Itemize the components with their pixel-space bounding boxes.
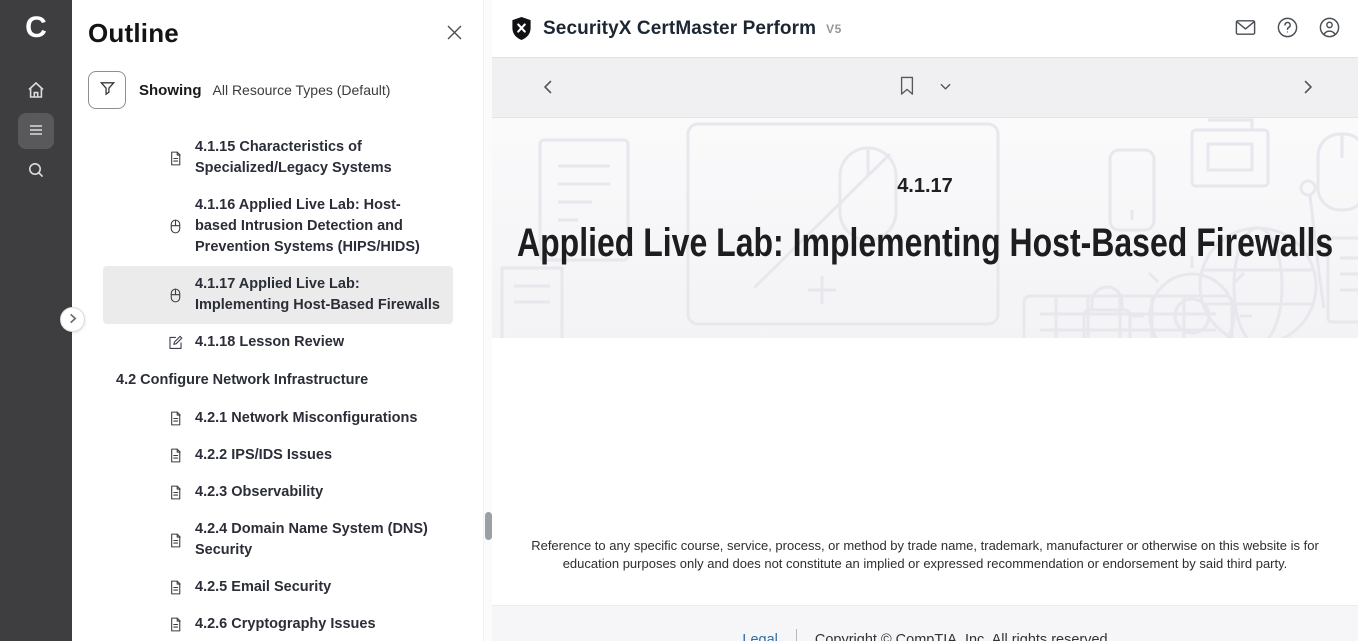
outline-menu-button[interactable] — [18, 113, 54, 149]
funnel-icon — [98, 79, 117, 101]
outline-item[interactable]: 4.1.15 Characteristics of Specialized/Le… — [103, 129, 453, 187]
outline-panel: Outline Showing All Resource Types (Defa… — [72, 0, 483, 641]
filter-button[interactable] — [88, 71, 126, 109]
document-icon — [167, 410, 184, 427]
mouse-icon — [167, 218, 184, 235]
outline-item[interactable]: 4.2.3 Observability — [103, 474, 453, 511]
showing-label: Showing — [139, 82, 202, 99]
main-footer: Legal Copyright © CompTIA, Inc. All righ… — [492, 605, 1358, 641]
outline-item-selected[interactable]: 4.1.17 Applied Live Lab: Implementing Ho… — [103, 266, 453, 324]
outline-scrollbar[interactable] — [483, 0, 492, 641]
document-icon — [167, 484, 184, 501]
main-area: SecurityX CertMaster Perform v5 — [492, 0, 1358, 641]
search-icon — [26, 160, 46, 183]
outline-item-label: 4.1.15 Characteristics of Specialized/Le… — [195, 137, 441, 179]
comptia-logo[interactable]: C — [0, 0, 72, 56]
app-title: SecurityX CertMaster Perform — [543, 18, 816, 40]
help-icon — [1276, 16, 1299, 42]
outline-item-label: 4.2.4 Domain Name System (DNS) Security — [195, 519, 441, 561]
outline-item[interactable]: 4.1.18 Lesson Review — [103, 324, 453, 361]
close-outline-button[interactable] — [446, 24, 463, 44]
lesson-title: Applied Live Lab: Implementing Host-Base… — [517, 221, 1333, 266]
copyright-text: Copyright © CompTIA, Inc. All rights res… — [815, 632, 1108, 641]
outline-item[interactable]: 4.2.2 IPS/IDS Issues — [103, 437, 453, 474]
outline-item[interactable]: 4.1.16 Applied Live Lab: Host-based Intr… — [103, 187, 453, 266]
close-icon — [446, 29, 463, 44]
outline-item-label: 4.2.2 IPS/IDS Issues — [195, 445, 332, 466]
account-button[interactable] — [1316, 16, 1342, 42]
bookmark-button[interactable] — [898, 75, 916, 100]
outline-item[interactable]: 4.2.1 Network Misconfigurations — [103, 400, 453, 437]
next-button[interactable] — [1296, 76, 1320, 100]
mouse-icon — [167, 287, 184, 304]
filter-value: All Resource Types (Default) — [213, 82, 391, 98]
footer-divider — [796, 629, 797, 641]
bookmark-icon — [898, 75, 916, 100]
chevron-right-icon — [67, 312, 78, 327]
account-icon — [1318, 16, 1341, 42]
menu-icon — [26, 120, 46, 143]
document-icon — [167, 150, 184, 167]
outline-scrollbar-thumb[interactable] — [485, 512, 492, 540]
outline-item-label: 4.2.5 Email Security — [195, 577, 331, 598]
previous-button[interactable] — [536, 76, 560, 100]
securityx-shield-icon — [510, 16, 533, 41]
outline-item-label: 4.2.6 Cryptography Issues — [195, 614, 376, 635]
outline-item[interactable]: 4.2.5 Email Security — [103, 569, 453, 606]
outline-item-label: 4.1.17 Applied Live Lab: Implementing Ho… — [195, 274, 441, 316]
disclaimer-text: Reference to any specific course, servic… — [530, 338, 1320, 573]
legal-link[interactable]: Legal — [742, 632, 777, 641]
outline-item-label: 4.2.1 Network Misconfigurations — [195, 408, 417, 429]
content-body: Reference to any specific course, servic… — [492, 338, 1358, 605]
document-icon — [167, 616, 184, 633]
lesson-navbar — [492, 58, 1358, 118]
outline-item[interactable]: 4.2.6 Cryptography Issues — [103, 606, 453, 641]
chevron-down-icon — [939, 80, 952, 96]
chevron-right-icon — [1300, 79, 1316, 98]
outline-item-label: 4.1.18 Lesson Review — [195, 332, 344, 353]
edit-icon — [167, 334, 184, 351]
outline-section-header[interactable]: 4.2 Configure Network Infrastructure — [103, 361, 453, 400]
app-window: C Outline Showing — [0, 0, 1358, 641]
chevron-left-icon — [540, 79, 556, 98]
bookmark-dropdown-button[interactable] — [939, 80, 952, 96]
outline-title: Outline — [88, 18, 467, 49]
lesson-hero: 4.1.17 Applied Live Lab: Implementing Ho… — [492, 118, 1358, 338]
document-icon — [167, 447, 184, 464]
collapse-panel-button[interactable] — [60, 307, 85, 332]
mail-icon — [1234, 16, 1257, 42]
home-icon — [26, 80, 46, 103]
lesson-number: 4.1.17 — [897, 175, 953, 198]
search-button[interactable] — [18, 153, 54, 189]
outline-list: 4.1.15 Characteristics of Specialized/Le… — [103, 129, 453, 641]
messages-button[interactable] — [1232, 16, 1258, 42]
outline-item[interactable]: 4.2.4 Domain Name System (DNS) Security — [103, 511, 453, 569]
outline-item-label: 4.2.3 Observability — [195, 482, 323, 503]
help-button[interactable] — [1274, 16, 1300, 42]
document-icon — [167, 532, 184, 549]
outline-item-label: 4.1.16 Applied Live Lab: Host-based Intr… — [195, 195, 441, 258]
main-header: SecurityX CertMaster Perform v5 — [492, 0, 1358, 58]
home-button[interactable] — [18, 73, 54, 109]
document-icon — [167, 579, 184, 596]
version-badge: v5 — [826, 22, 842, 36]
